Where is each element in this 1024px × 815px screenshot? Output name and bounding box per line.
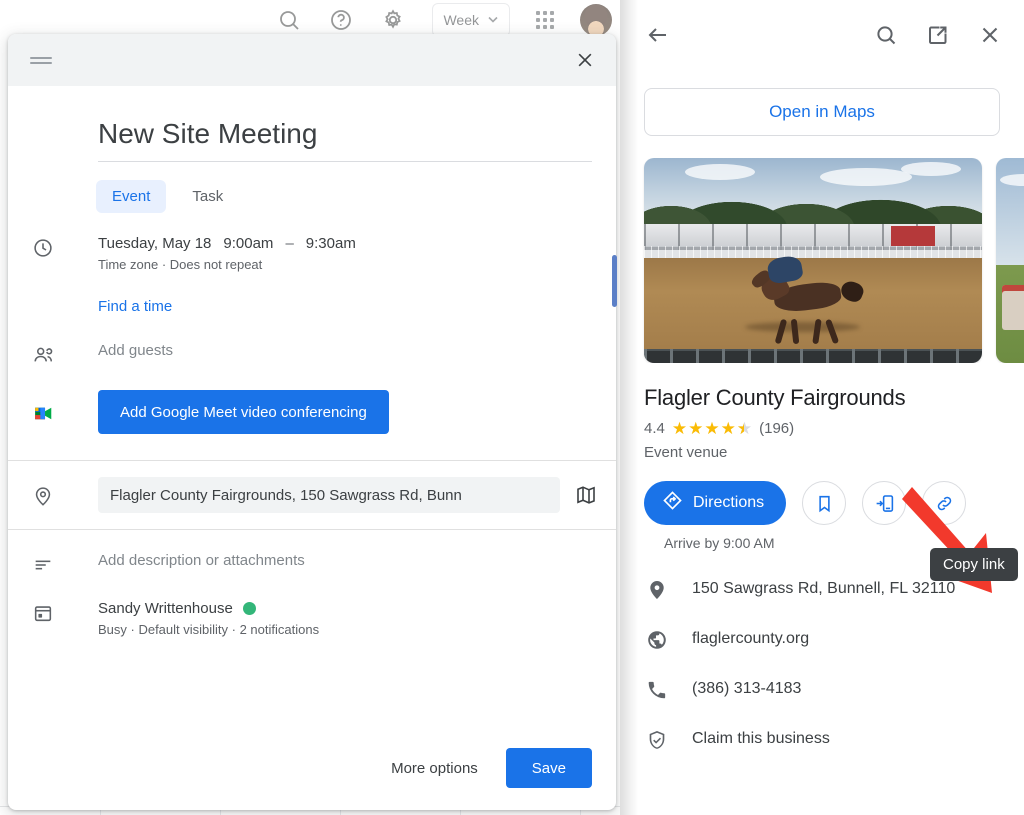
- location-pin-icon: [32, 483, 98, 507]
- detail-address-text: 150 Sawgrass Rd, Bunnell, FL 32110: [692, 580, 956, 597]
- event-end-time[interactable]: 9:30am: [306, 235, 356, 252]
- settings-icon[interactable]: [380, 7, 406, 33]
- calendar-owner-details: Busy · Default visibility · 2 notificati…: [98, 622, 320, 637]
- star-rating-icons: ★ ★ ★ ★ ★: [672, 420, 752, 437]
- guests-row[interactable]: Add guests: [8, 316, 616, 366]
- description-main: Add description or attachments: [98, 552, 592, 576]
- link-icon[interactable]: [922, 481, 967, 525]
- event-creation-dialog: New Site Meeting Event Task Tuesday, May…: [8, 34, 616, 810]
- event-type-tabs: Event Task: [8, 162, 616, 213]
- calendar-color-dot: [242, 602, 256, 615]
- horse-rider-subject: [750, 253, 866, 344]
- search-icon[interactable]: [276, 7, 302, 33]
- location-main: [98, 477, 604, 513]
- dialog-scrollbar-thumb[interactable]: [612, 255, 617, 307]
- datetime-line: Tuesday, May 18 9:00am – 9:30am: [98, 235, 592, 252]
- calendar-icon: [32, 600, 98, 637]
- tab-event[interactable]: Event: [96, 180, 167, 213]
- detail-phone-text: (386) 313-4183: [692, 680, 802, 697]
- open-in-new-icon[interactable]: [926, 23, 950, 47]
- back-arrow-icon[interactable]: [646, 23, 670, 47]
- add-google-meet-button[interactable]: Add Google Meet video conferencing: [98, 390, 389, 434]
- add-guests-input[interactable]: Add guests: [98, 342, 592, 359]
- rating-value: 4.4: [644, 420, 665, 437]
- add-description-input[interactable]: Add description or attachments: [98, 552, 592, 569]
- place-photo-primary[interactable]: [644, 158, 982, 363]
- maps-header-actions: [874, 23, 1002, 47]
- google-meet-main: Add Google Meet video conferencing: [98, 390, 592, 434]
- search-icon[interactable]: [874, 23, 898, 47]
- guests-main: Add guests: [98, 342, 592, 366]
- detail-claim-text: Claim this business: [692, 730, 830, 747]
- event-date[interactable]: Tuesday, May 18: [98, 235, 211, 252]
- description-row[interactable]: Add description or attachments: [8, 530, 616, 576]
- help-icon[interactable]: [328, 7, 354, 33]
- datetime-main: Tuesday, May 18 9:00am – 9:30am Time zon…: [98, 235, 592, 272]
- send-to-phone-icon[interactable]: [862, 481, 907, 525]
- save-button[interactable]: Save: [505, 748, 592, 788]
- place-photo-secondary[interactable]: [996, 158, 1024, 363]
- maps-panel-header: [620, 0, 1024, 70]
- description-icon: [32, 552, 98, 576]
- more-options-button[interactable]: More options: [381, 752, 488, 785]
- tab-task[interactable]: Task: [176, 180, 239, 213]
- event-start-time[interactable]: 9:00am: [223, 235, 273, 252]
- view-selector-label: Week: [443, 12, 479, 28]
- user-avatar[interactable]: [580, 4, 612, 36]
- clock-icon: [32, 235, 98, 272]
- place-details-list: 150 Sawgrass Rd, Bunnell, FL 32110 flagl…: [620, 551, 1024, 751]
- event-title-input[interactable]: New Site Meeting: [98, 116, 592, 162]
- detail-website-text: flaglercounty.org: [692, 630, 810, 647]
- time-dash: –: [285, 235, 294, 252]
- people-icon: [32, 342, 98, 366]
- detail-phone[interactable]: (386) 313-4183: [644, 677, 1000, 701]
- dialog-header: [8, 34, 616, 86]
- bookmark-icon[interactable]: [802, 481, 847, 525]
- open-in-maps-button[interactable]: Open in Maps: [644, 88, 1000, 136]
- directions-icon: [662, 490, 683, 516]
- directions-label: Directions: [693, 494, 765, 511]
- place-actions-row: Directions: [620, 461, 1024, 593]
- review-count[interactable]: (196): [759, 420, 794, 437]
- location-row: [8, 461, 616, 529]
- datetime-row: Tuesday, May 18 9:00am – 9:30am Time zon…: [8, 213, 616, 272]
- close-icon[interactable]: [978, 23, 1002, 47]
- google-meet-row: Add Google Meet video conferencing: [8, 366, 616, 460]
- detail-website[interactable]: flaglercounty.org: [644, 627, 1000, 651]
- calendar-owner-row[interactable]: Sandy Writtenhouse Busy · Default visibi…: [8, 576, 616, 637]
- find-a-time-link[interactable]: Find a time: [98, 298, 172, 315]
- google-meet-icon: [32, 401, 98, 424]
- maps-side-panel: Open in Maps Flagler County Fairgrounds …: [620, 0, 1024, 815]
- detail-claim-business[interactable]: Claim this business: [644, 727, 1000, 751]
- calendar-owner-main: Sandy Writtenhouse Busy · Default visibi…: [98, 600, 592, 637]
- phone-icon: [644, 677, 670, 701]
- place-info: Flagler County Fairgrounds 4.4 ★★★★★ (19…: [620, 363, 1024, 461]
- map-icon[interactable]: [574, 483, 604, 507]
- chevron-down-icon: [487, 12, 499, 28]
- screenshot-root: Week New Site Meeting Event Task Tuesday…: [0, 0, 1024, 815]
- photo-carousel[interactable]: [620, 158, 1024, 363]
- copy-link-tooltip: Copy link: [930, 548, 1018, 581]
- timezone-repeat-subtitle[interactable]: Time zone · Does not repeat: [98, 257, 592, 272]
- view-selector[interactable]: Week: [432, 3, 510, 37]
- calendar-owner-name: Sandy Writtenhouse: [98, 600, 233, 617]
- apps-grid-icon[interactable]: [536, 11, 554, 29]
- location-pin-icon: [644, 577, 670, 601]
- dialog-body: New Site Meeting Event Task Tuesday, May…: [8, 86, 616, 748]
- shield-check-icon: [644, 727, 670, 751]
- calendar-owner-name-wrap: Sandy Writtenhouse: [98, 600, 592, 617]
- globe-icon: [644, 627, 670, 651]
- rating-row: 4.4 ★★★★★ (196): [644, 420, 1000, 437]
- place-category: Event venue: [644, 444, 728, 461]
- close-icon[interactable]: [570, 45, 600, 75]
- event-title-wrap: New Site Meeting: [8, 86, 616, 162]
- drag-handle[interactable]: [30, 56, 52, 64]
- dialog-footer: More options Save: [8, 748, 616, 810]
- location-input[interactable]: [98, 477, 560, 513]
- place-title: Flagler County Fairgrounds: [644, 385, 906, 410]
- find-a-time-wrap: Find a time: [8, 272, 616, 316]
- directions-button[interactable]: Directions: [644, 481, 787, 525]
